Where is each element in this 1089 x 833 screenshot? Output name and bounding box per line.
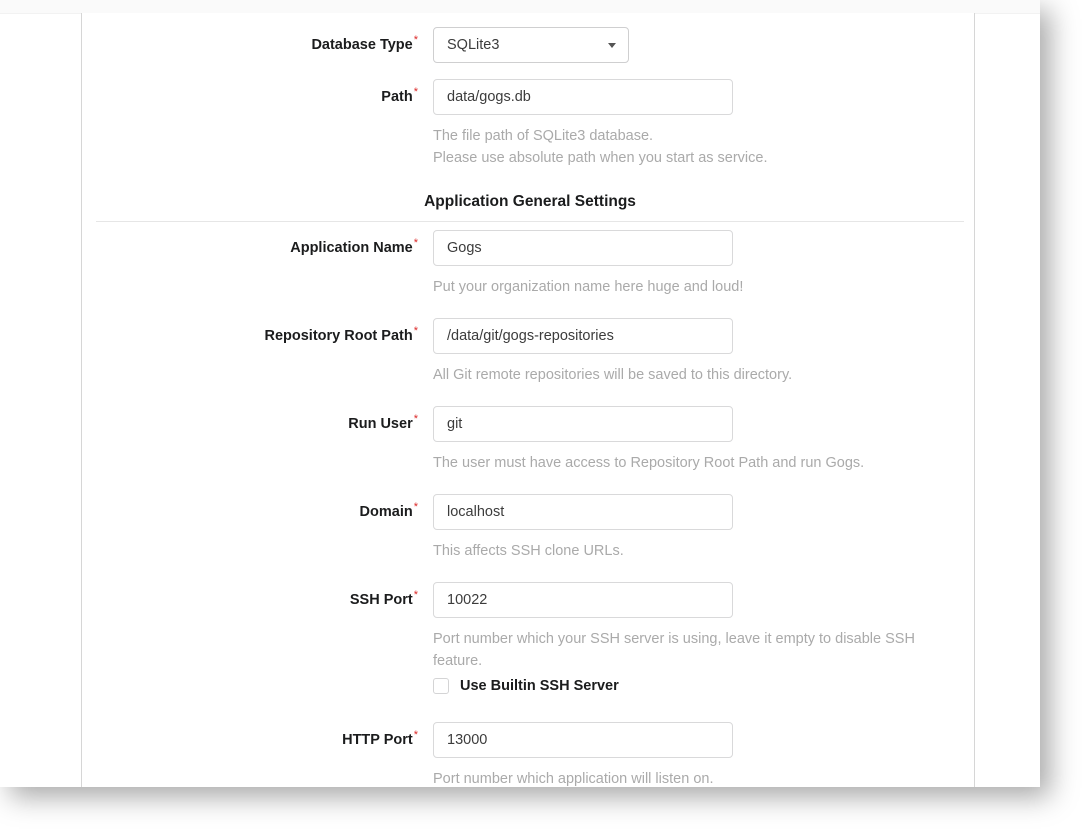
ssh-port-input[interactable]: [433, 582, 733, 618]
field-label-database-type: Database Type*: [82, 34, 418, 54]
database-type-selected-value: SQLite3: [447, 37, 500, 53]
section-header-application-general-settings: Application General Settings: [96, 192, 964, 222]
screenshot-root: Database Type* SQLite3 Path* data/gogs.d…: [0, 0, 1089, 833]
field-control-application-name: [433, 230, 733, 266]
field-control-database-type: SQLite3: [433, 27, 629, 63]
field-label-text: HTTP Port: [342, 732, 413, 748]
field-label-application-name: Application Name*: [82, 237, 418, 257]
field-control-path: [433, 79, 733, 115]
page-content-column: Database Type* SQLite3 Path* data/gogs.d…: [81, 13, 975, 787]
field-label-text: Repository Root Path: [264, 328, 413, 344]
page-top-strip: [0, 0, 1040, 14]
path-input[interactable]: [433, 79, 733, 115]
required-asterisk: *: [413, 86, 418, 99]
field-help-repository-root-path: All Git remote repositories will be save…: [433, 367, 793, 383]
install-form: Database Type* SQLite3 Path* data/gogs.d…: [82, 13, 974, 787]
field-control-ssh-port: [433, 582, 733, 618]
repository-root-path-input[interactable]: [433, 318, 733, 354]
field-label-run-user: Run User*: [82, 413, 418, 433]
field-label-text: Database Type: [311, 37, 413, 53]
http-port-input[interactable]: [433, 722, 733, 758]
use-builtin-ssh-server-label: Use Builtin SSH Server: [460, 678, 619, 694]
browser-window: Database Type* SQLite3 Path* data/gogs.d…: [0, 0, 1040, 787]
section-divider: [96, 221, 964, 222]
field-label-text: Run User: [348, 416, 413, 432]
field-control-repository-root-path: [433, 318, 733, 354]
field-label-text: SSH Port: [349, 592, 413, 608]
required-asterisk: *: [413, 729, 418, 742]
field-help-run-user: The user must have access to Repository …: [433, 455, 865, 471]
field-label-text: Domain: [359, 504, 413, 520]
field-label-text: Application Name: [290, 240, 413, 256]
use-builtin-ssh-server-checkbox[interactable]: [433, 678, 449, 694]
required-asterisk: *: [413, 325, 418, 338]
field-control-domain: [433, 494, 733, 530]
required-asterisk: *: [413, 589, 418, 602]
application-name-input[interactable]: [433, 230, 733, 266]
required-asterisk: *: [413, 237, 418, 250]
required-asterisk: *: [413, 413, 418, 426]
field-control-run-user: [433, 406, 733, 442]
field-label-path: Path*: [82, 86, 418, 106]
section-title: Application General Settings: [424, 193, 636, 210]
database-type-select[interactable]: SQLite3: [433, 27, 629, 63]
use-builtin-ssh-server-checkbox-row[interactable]: Use Builtin SSH Server: [433, 678, 619, 694]
chevron-down-icon: [608, 43, 616, 48]
field-help-domain: This affects SSH clone URLs.: [433, 543, 624, 559]
domain-input[interactable]: [433, 494, 733, 530]
required-asterisk: *: [413, 501, 418, 514]
field-help-application-name: Put your organization name here huge and…: [433, 279, 744, 295]
required-asterisk: *: [413, 34, 418, 47]
field-help-ssh-port: Port number which your SSH server is usi…: [433, 631, 915, 669]
field-help-http-port: Port number which application will liste…: [433, 771, 714, 787]
field-label-domain: Domain*: [82, 501, 418, 521]
field-label-ssh-port: SSH Port*: [82, 589, 418, 609]
field-label-repository-root-path: Repository Root Path*: [82, 325, 418, 345]
field-help-path: The file path of SQLite3 database. Pleas…: [433, 128, 768, 166]
field-label-http-port: HTTP Port*: [82, 729, 418, 749]
run-user-input[interactable]: [433, 406, 733, 442]
field-label-text: Path: [381, 89, 413, 105]
field-control-http-port: [433, 722, 733, 758]
